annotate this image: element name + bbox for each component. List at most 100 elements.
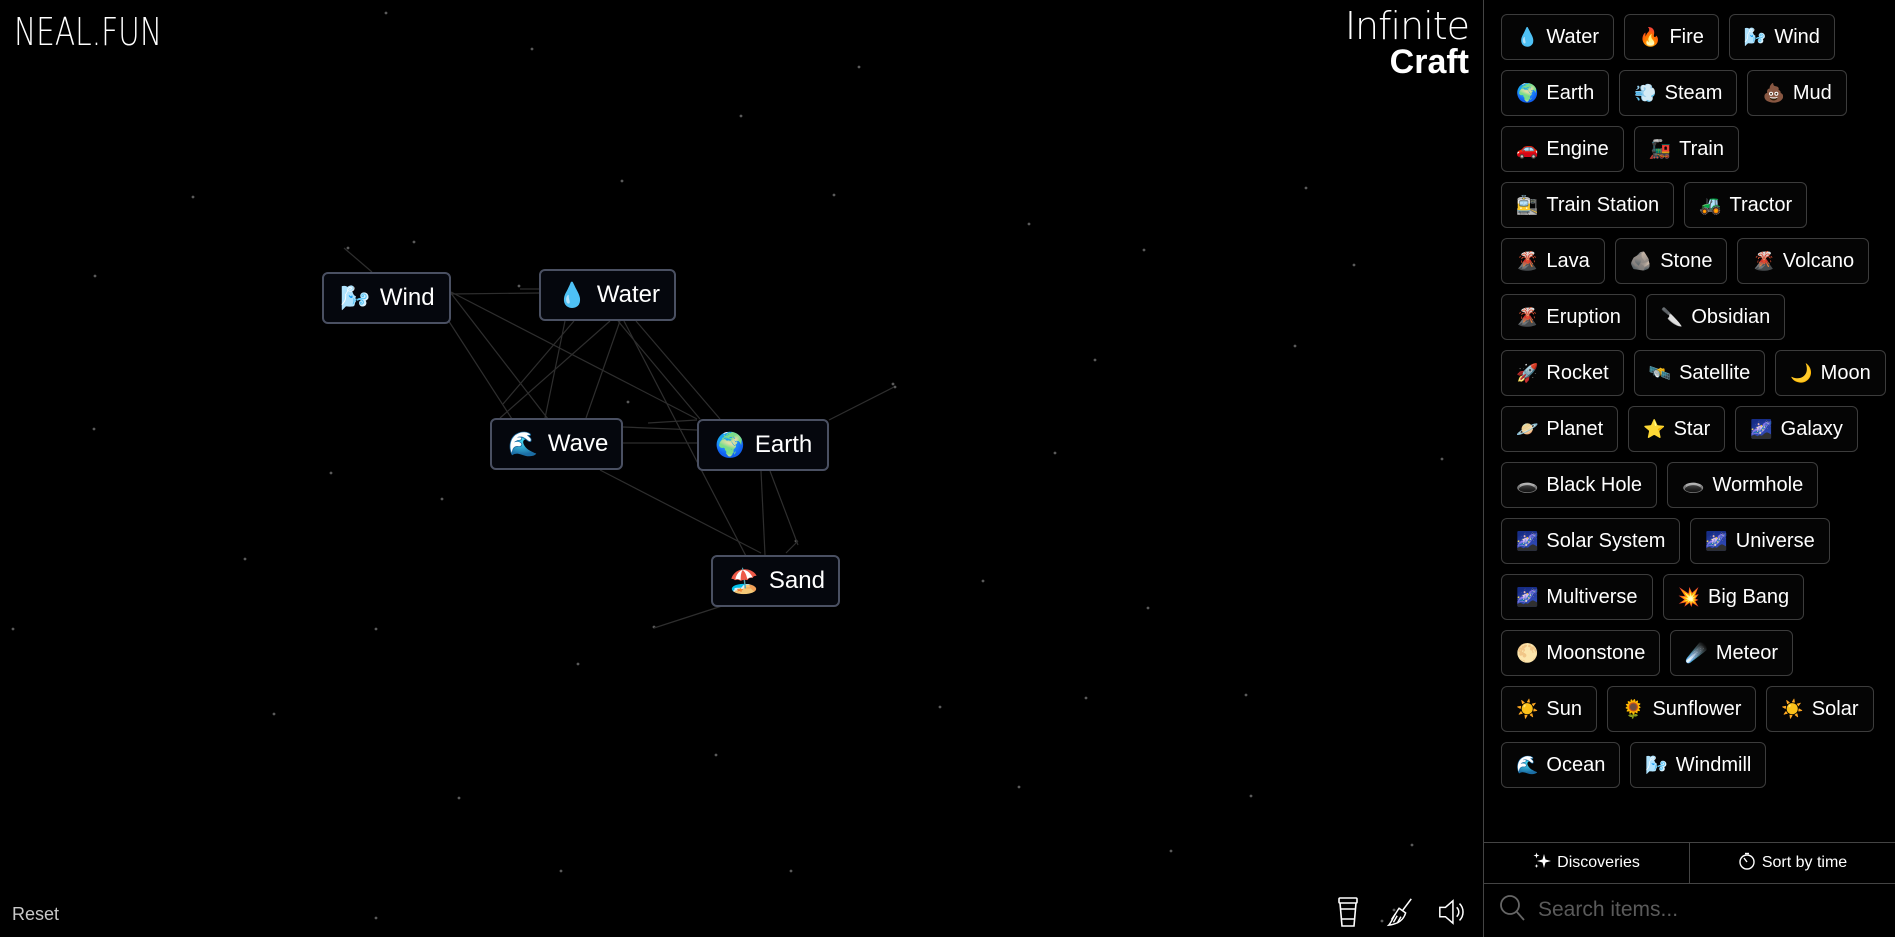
sidebar-item-stone[interactable]: 🪨 Stone [1614,238,1728,284]
neal-fun-logo[interactable]: NEAL.FUN [14,10,162,54]
sidebar-item-star[interactable]: ⭐ Star [1628,406,1726,452]
item-label: Steam [1664,81,1723,104]
sidebar-item-train[interactable]: 🚂 Train [1633,126,1739,172]
sidebar-item-galaxy[interactable]: 🌌 Galaxy [1735,406,1858,452]
sidebar-item-obsidian[interactable]: 🔪 Obsidian [1645,294,1786,340]
canvas-toolbar [1333,895,1467,929]
sidebar-item-planet[interactable]: 🪐 Planet [1501,406,1619,452]
sidebar: 💧 Water 🔥 Fire 🌬️ Wind 🌍 Earth 💨 Steam 💩 Mud 🚗 Engine… [1483,0,1895,937]
item-emoji-icon: 💩 [1762,82,1785,103]
sidebar-item-satellite[interactable]: 🛰️ Satellite [1633,350,1766,396]
item-label: Wormhole [1712,473,1804,496]
item-label: Rocket [1546,361,1609,384]
item-emoji-icon: ☄️ [1685,642,1708,663]
sidebar-item-solar[interactable]: ☀️ Solar [1766,686,1874,732]
canvas-item-wind[interactable]: 🌬️ Wind [322,272,451,324]
item-label: Windmill [1675,753,1752,776]
sidebar-item-volcano[interactable]: 🌋 Volcano [1737,238,1870,284]
sidebar-item-universe[interactable]: 🌌 Universe [1690,518,1830,564]
sidebar-item-wind[interactable]: 🌬️ Wind [1728,14,1835,60]
sidebar-item-earth[interactable]: 🌍 Earth [1501,70,1610,116]
item-label: Water [1546,25,1600,48]
canvas-item-wave[interactable]: 🌊 Wave [490,418,623,470]
item-label: Obsidian [1691,305,1771,328]
item-label: Stone [1660,249,1713,272]
sidebar-item-fire[interactable]: 🔥 Fire [1624,14,1719,60]
item-emoji-icon: 💥 [1677,586,1700,607]
item-label: Wind [1774,25,1820,48]
item-label: Mud [1792,81,1832,104]
discoveries-button[interactable]: Discoveries [1484,843,1689,883]
globe-icon: 🌍 [715,431,745,459]
item-label: Planet [1546,417,1604,440]
connection-line [769,470,799,546]
item-label: Universe [1735,529,1815,552]
item-emoji-icon: ⭐ [1643,418,1666,439]
sidebar-item-ocean[interactable]: 🌊 Ocean [1501,742,1621,788]
sidebar-item-eruption[interactable]: 🌋 Eruption [1501,294,1636,340]
canvas-item-label: Wind [379,284,435,311]
sidebar-item-solar-system[interactable]: 🌌 Solar System [1501,518,1681,564]
item-emoji-icon: 🌋 [1516,250,1539,271]
sidebar-item-engine[interactable]: 🚗 Engine [1501,126,1624,172]
sidebar-item-sunflower[interactable]: 🌻 Sunflower [1607,686,1757,732]
search-input[interactable] [1536,897,1880,923]
connection-line [449,292,540,295]
connection-line [785,540,799,554]
title-line-2: Craft [1389,43,1469,81]
item-emoji-icon: 🌌 [1750,418,1773,439]
search-icon [1498,893,1526,928]
broom-icon[interactable] [1385,895,1415,929]
sidebar-item-train-station[interactable]: 🚉 Train Station [1501,182,1675,228]
sidebar-item-water[interactable]: 💧 Water [1501,14,1615,60]
item-emoji-icon: 🌕 [1516,642,1539,663]
reset-button[interactable]: Reset [12,904,59,925]
item-emoji-icon: 🌍 [1516,82,1539,103]
sidebar-item-wormhole[interactable]: 🕳️ Wormhole [1667,462,1819,508]
canvas-item-earth[interactable]: 🌍 Earth [697,419,829,471]
item-label: Fire [1669,25,1704,48]
sidebar-item-tractor[interactable]: 🚜 Tractor [1684,182,1808,228]
water-drop-icon: 💧 [557,281,587,309]
sparkles-icon [1533,852,1552,875]
sidebar-item-lava[interactable]: 🌋 Lava [1501,238,1605,284]
sidebar-controls: Discoveries Sort by time [1484,842,1895,884]
coffee-cup-icon[interactable] [1333,895,1363,929]
item-emoji-icon: 🔪 [1660,306,1684,327]
connection-line [599,469,762,554]
sidebar-item-steam[interactable]: 💨 Steam [1619,70,1738,116]
title-line-1: Infinite [1344,4,1470,48]
items-list[interactable]: 💧 Water 🔥 Fire 🌬️ Wind 🌍 Earth 💨 Steam 💩 Mud 🚗 Engine… [1484,0,1895,842]
item-emoji-icon: 🌬️ [1645,754,1668,775]
sidebar-item-rocket[interactable]: 🚀 Rocket [1501,350,1624,396]
crafting-canvas[interactable]: NEAL.FUN Infinite Craft 🌬️ Wind 💧 Water … [0,0,1483,937]
item-emoji-icon: 🚀 [1516,362,1539,383]
canvas-item-water[interactable]: 💧 Water [539,269,676,321]
sidebar-item-multiverse[interactable]: 🌌 Multiverse [1501,574,1653,620]
sidebar-item-mud[interactable]: 💩 Mud [1747,70,1847,116]
connection-line [647,419,698,424]
sidebar-item-big-bang[interactable]: 💥 Big Bang [1662,574,1805,620]
sidebar-item-meteor[interactable]: ☄️ Meteor [1670,630,1794,676]
canvas-item-label: Earth [754,431,813,458]
sidebar-item-black-hole[interactable]: 🕳️ Black Hole [1501,462,1658,508]
sidebar-item-moonstone[interactable]: 🌕 Moonstone [1501,630,1661,676]
beach-umbrella-icon: 🏖️ [729,567,759,595]
item-label: Train [1679,137,1724,160]
item-label: Big Bang [1707,585,1790,608]
item-emoji-icon: 🚂 [1648,138,1672,159]
item-label: Solar [1811,697,1859,720]
sound-icon[interactable] [1437,895,1467,929]
sidebar-item-windmill[interactable]: 🌬️ Windmill [1630,742,1767,788]
sidebar-item-sun[interactable]: ☀️ Sun [1501,686,1598,732]
item-emoji-icon: 🕳️ [1682,474,1705,495]
list-fade-overlay [1484,802,1895,842]
item-label: Engine [1546,137,1609,160]
item-emoji-icon: 🌊 [1516,754,1539,775]
discoveries-label: Discoveries [1557,854,1640,871]
sidebar-item-moon[interactable]: 🌙 Moon [1775,350,1886,396]
canvas-item-sand[interactable]: 🏖️ Sand [711,555,840,607]
sort-by-time-button[interactable]: Sort by time [1689,843,1895,883]
item-label: Star [1673,417,1711,440]
connection-line [617,320,701,420]
